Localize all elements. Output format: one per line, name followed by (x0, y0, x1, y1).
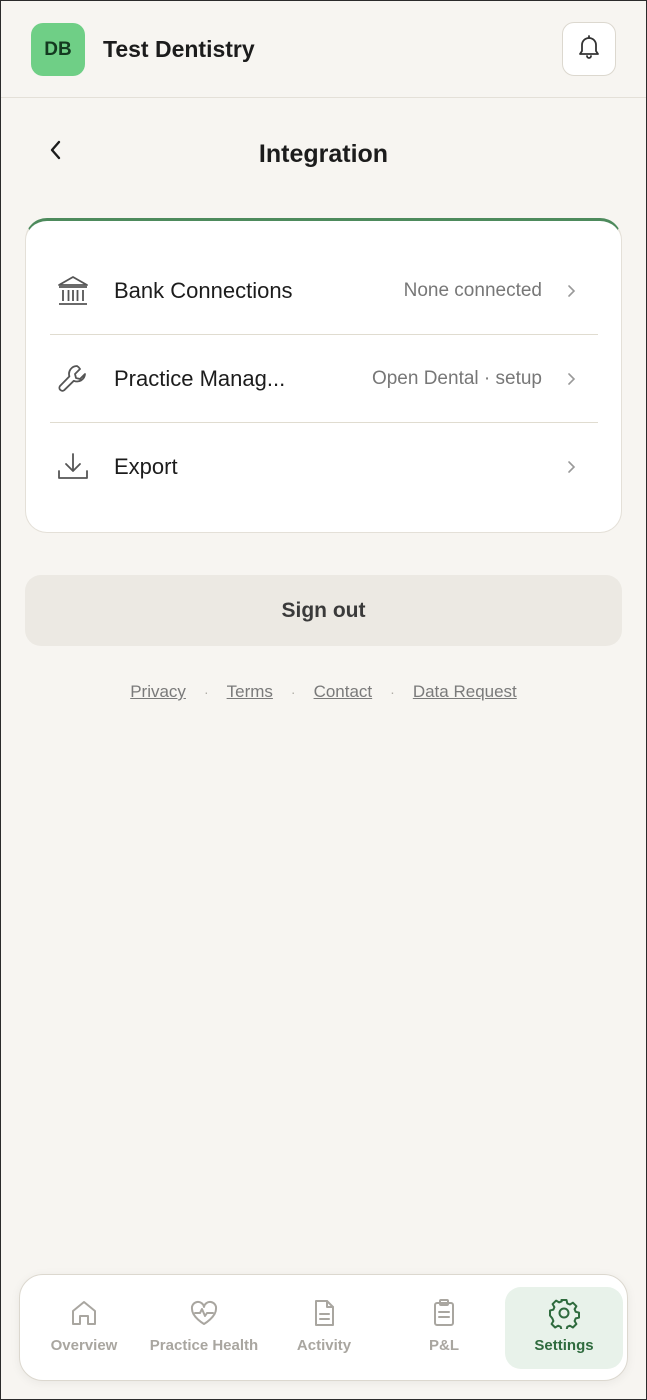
export-row[interactable]: Export (50, 423, 598, 511)
nav-label: P&L (429, 1337, 459, 1354)
gear-icon (548, 1297, 580, 1329)
nav-activity[interactable]: Activity (265, 1287, 383, 1369)
row-value: None connected (403, 280, 542, 301)
nav-label: Activity (296, 1337, 352, 1354)
footer-links: Privacy · Terms · Contact · Data Request (0, 682, 647, 702)
row-label: Bank Connections (114, 278, 293, 303)
practice-name: Test Dentistry (103, 36, 255, 62)
nav-label: Settings (534, 1337, 594, 1354)
download-icon (50, 450, 96, 484)
separator: · (290, 684, 296, 700)
heart-pulse-icon (189, 1297, 219, 1329)
bank-icon (50, 274, 96, 308)
row-value: Open Dental · setup (371, 368, 542, 389)
nav-label: Overview (50, 1337, 118, 1354)
data-request-link[interactable]: Data Request (413, 682, 517, 702)
privacy-link[interactable]: Privacy (130, 682, 186, 702)
bottom-nav: Overview Practice Health Activity P&L Se… (19, 1274, 628, 1381)
nav-overview[interactable]: Overview (25, 1287, 143, 1369)
row-label: Export (114, 454, 178, 479)
chevron-right-icon (564, 459, 578, 475)
home-icon (69, 1297, 99, 1329)
practice-management-row[interactable]: Practice Manag... Open Dental · setup (50, 335, 598, 423)
bank-connections-row[interactable]: Bank Connections None connected (50, 247, 598, 335)
separator: · (390, 684, 395, 700)
row-label: Practice Manag... (114, 366, 286, 391)
page-title: Integration (258, 140, 389, 168)
chevron-right-icon (564, 283, 578, 299)
bell-icon (577, 34, 601, 65)
chevron-right-icon (564, 371, 578, 387)
nav-practice-health[interactable]: Practice Health (145, 1287, 263, 1369)
avatar[interactable]: DB (31, 23, 85, 76)
nav-label: Practice Health (149, 1337, 259, 1354)
contact-link[interactable]: Contact (314, 682, 373, 702)
nav-settings[interactable]: Settings (505, 1287, 623, 1369)
terms-link[interactable]: Terms (227, 682, 273, 702)
integration-card: Bank Connections None connected Practice… (25, 218, 622, 533)
clipboard-icon (429, 1297, 459, 1329)
wrench-icon (50, 362, 96, 396)
nav-pl[interactable]: P&L (385, 1287, 503, 1369)
app-header: DB Test Dentistry (0, 0, 647, 98)
separator: · (203, 684, 209, 700)
document-icon (309, 1297, 339, 1329)
notifications-button[interactable] (562, 22, 616, 76)
sign-out-button[interactable]: Sign out (25, 575, 622, 646)
